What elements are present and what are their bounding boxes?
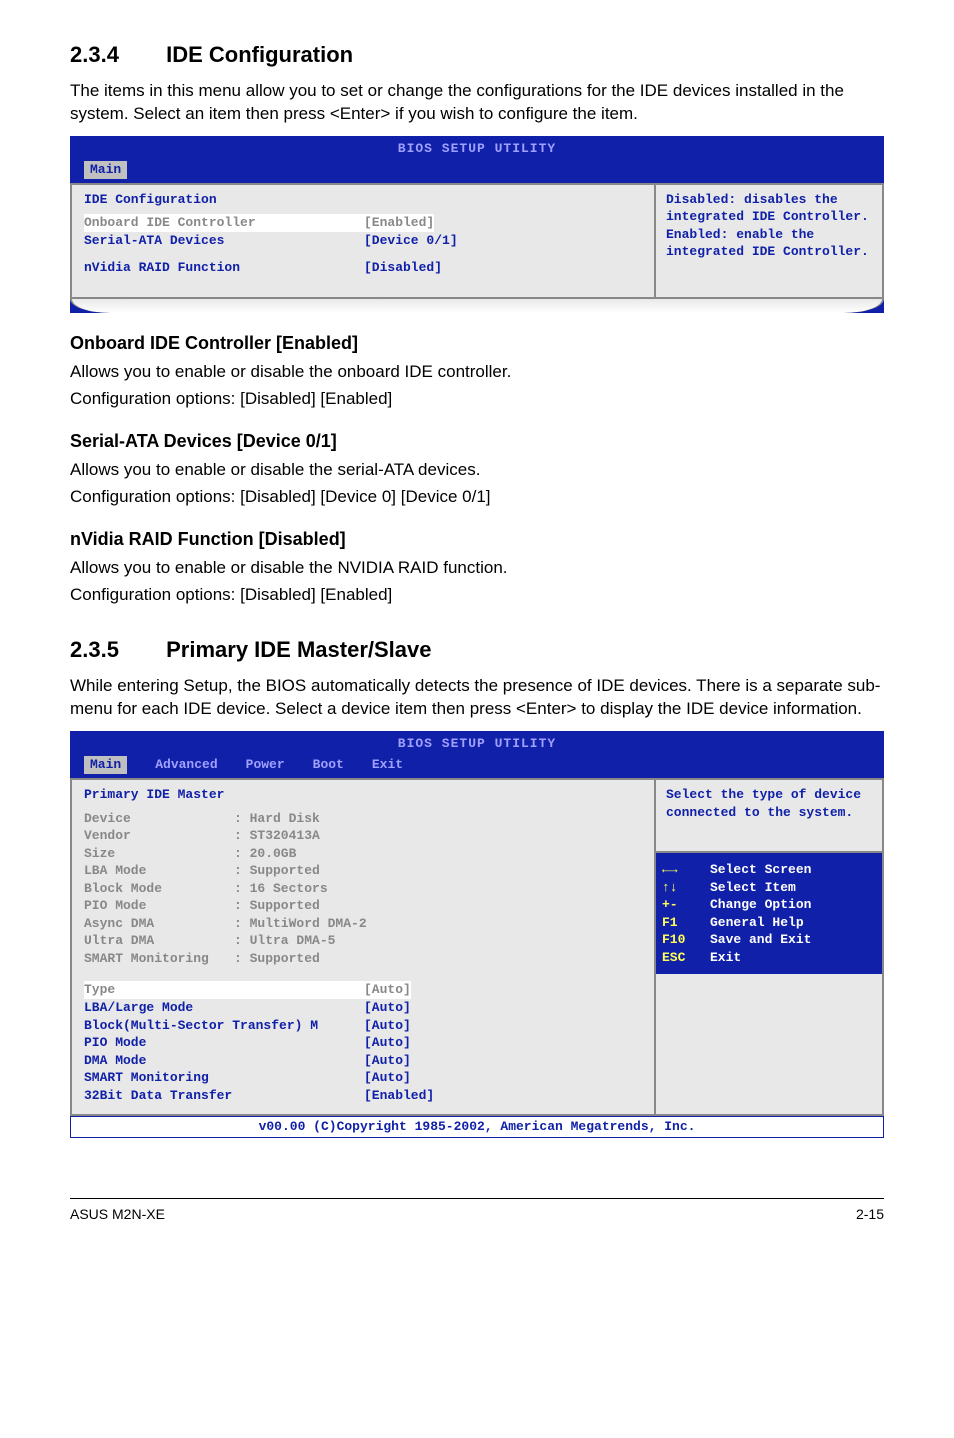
bios-left-panel: IDE Configuration Onboard IDE Controller… — [70, 183, 654, 299]
help-key-row: ESCExit — [662, 949, 876, 967]
info-row: PIO Mode: Supported — [84, 897, 642, 915]
row-smart[interactable]: SMART Monitoring[Auto] — [84, 1069, 642, 1087]
row-nvidia-raid[interactable]: nVidia RAID Function [Disabled] — [84, 259, 642, 277]
bios-help-panel-2: Select the type of device connected to t… — [654, 778, 884, 1116]
row-onboard-ide-label: Onboard IDE Controller — [84, 214, 364, 232]
info-row: Vendor: ST320413A — [84, 827, 642, 845]
footer-right: 2-15 — [856, 1205, 884, 1224]
help-key-row: ←→Select Screen — [662, 861, 876, 879]
heading-234: 2.3.4 IDE Configuration — [70, 40, 884, 70]
sub2-p2: Configuration options: [Disabled] [Devic… — [70, 486, 884, 509]
sub1-heading: Onboard IDE Controller [Enabled] — [70, 331, 884, 355]
info-row: SMART Monitoring: Supported — [84, 950, 642, 968]
intro-235: While entering Setup, the BIOS automatic… — [70, 675, 884, 721]
info-row: LBA Mode: Supported — [84, 862, 642, 880]
bios-screenshot-235: BIOS SETUP UTILITY Main Advanced Power B… — [70, 731, 884, 1138]
footer-left: ASUS M2N-XE — [70, 1205, 165, 1224]
page-footer: ASUS M2N-XE 2-15 — [70, 1198, 884, 1224]
help-key-row: F1General Help — [662, 914, 876, 932]
sub2-p1: Allows you to enable or disable the seri… — [70, 459, 884, 482]
bios-tabs-2: Main Advanced Power Boot Exit — [70, 756, 884, 778]
row-onboard-ide[interactable]: Onboard IDE Controller [Enabled] — [84, 214, 642, 232]
info-row: Device: Hard Disk — [84, 810, 642, 828]
panel-header: IDE Configuration — [84, 191, 642, 209]
bios-title: BIOS SETUP UTILITY — [70, 136, 884, 162]
sub1-p2: Configuration options: [Disabled] [Enabl… — [70, 388, 884, 411]
section-235: 2.3.5 Primary IDE Master/Slave While ent… — [70, 635, 884, 1138]
sub2-heading: Serial-ATA Devices [Device 0/1] — [70, 429, 884, 453]
help-key-row: F10Save and Exit — [662, 931, 876, 949]
row-serial-ata-label: Serial-ATA Devices — [84, 232, 364, 250]
help-key-row: ↑↓Select Item — [662, 879, 876, 897]
bios-copyright: v00.00 (C)Copyright 1985-2002, American … — [70, 1116, 884, 1138]
bios-torn-edge — [70, 299, 884, 313]
bios-body: IDE Configuration Onboard IDE Controller… — [70, 183, 884, 299]
row-nvidia-raid-label: nVidia RAID Function — [84, 259, 364, 277]
heading-235-title: Primary IDE Master/Slave — [166, 637, 431, 662]
info-row: Async DMA: MultiWord DMA-2 — [84, 915, 642, 933]
tab-main[interactable]: Main — [84, 161, 127, 179]
info-row: Size: 20.0GB — [84, 845, 642, 863]
help-keys: ←→Select Screen ↑↓Select Item +-Change O… — [656, 851, 882, 974]
sub3-p1: Allows you to enable or disable the NVID… — [70, 557, 884, 580]
tab-main-2[interactable]: Main — [84, 756, 127, 774]
bios-title-2: BIOS SETUP UTILITY — [70, 731, 884, 757]
help-text: Disabled: disables the integrated IDE Co… — [666, 191, 872, 261]
info-row: Ultra DMA: Ultra DMA-5 — [84, 932, 642, 950]
tab-boot[interactable]: Boot — [313, 756, 344, 774]
heading-235: 2.3.5 Primary IDE Master/Slave — [70, 635, 884, 665]
row-block[interactable]: Block(Multi-Sector Transfer) M[Auto] — [84, 1017, 642, 1035]
tab-power[interactable]: Power — [246, 756, 285, 774]
spacer — [84, 249, 642, 259]
device-info: Device: Hard Disk Vendor: ST320413A Size… — [84, 810, 642, 968]
section-234: 2.3.4 IDE Configuration The items in thi… — [70, 40, 884, 607]
heading-234-title: IDE Configuration — [166, 42, 353, 67]
bios-tabs: Main — [70, 161, 884, 183]
row-serial-ata[interactable]: Serial-ATA Devices [Device 0/1] — [84, 232, 642, 250]
heading-234-num: 2.3.4 — [70, 40, 160, 70]
row-32bit[interactable]: 32Bit Data Transfer[Enabled] — [84, 1087, 642, 1105]
row-type[interactable]: Type [Auto] — [84, 981, 642, 999]
sub3-p2: Configuration options: [Disabled] [Enabl… — [70, 584, 884, 607]
panel-header-2: Primary IDE Master — [84, 786, 642, 804]
row-nvidia-raid-value: [Disabled] — [364, 259, 442, 277]
row-serial-ata-value: [Device 0/1] — [364, 232, 458, 250]
row-pio[interactable]: PIO Mode[Auto] — [84, 1034, 642, 1052]
bios-help-panel: Disabled: disables the integrated IDE Co… — [654, 183, 884, 299]
row-lba[interactable]: LBA/Large Mode[Auto] — [84, 999, 642, 1017]
heading-235-num: 2.3.5 — [70, 635, 160, 665]
intro-234: The items in this menu allow you to set … — [70, 80, 884, 126]
sub1-p1: Allows you to enable or disable the onbo… — [70, 361, 884, 384]
bios-left-panel-2: Primary IDE Master Device: Hard Disk Ven… — [70, 778, 654, 1116]
sub3-heading: nVidia RAID Function [Disabled] — [70, 527, 884, 551]
bios-body-2: Primary IDE Master Device: Hard Disk Ven… — [70, 778, 884, 1116]
help-key-row: +-Change Option — [662, 896, 876, 914]
row-dma[interactable]: DMA Mode[Auto] — [84, 1052, 642, 1070]
bios-screenshot-234: BIOS SETUP UTILITY Main IDE Configuratio… — [70, 136, 884, 313]
help-text-2: Select the type of device connected to t… — [666, 786, 872, 851]
tab-advanced[interactable]: Advanced — [155, 756, 217, 774]
tab-exit[interactable]: Exit — [372, 756, 403, 774]
info-row: Block Mode: 16 Sectors — [84, 880, 642, 898]
row-onboard-ide-value: [Enabled] — [364, 214, 434, 232]
